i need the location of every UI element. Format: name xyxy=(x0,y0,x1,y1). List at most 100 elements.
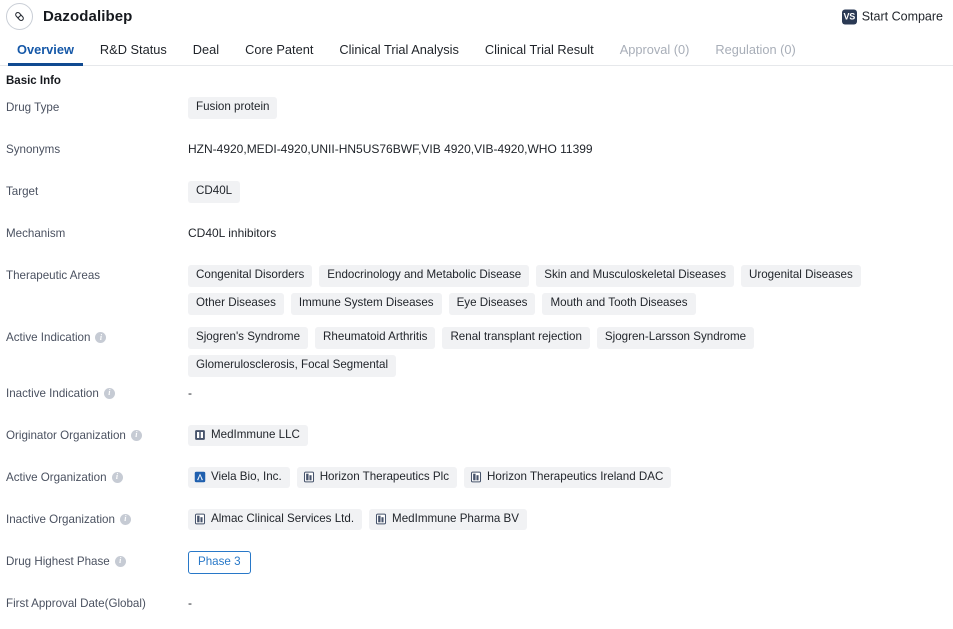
row-value: Sjogren's Syndrome Rheumatoid Arthritis … xyxy=(188,321,953,377)
tab-regulation: Regulation (0) xyxy=(715,42,796,58)
tab-deal[interactable]: Deal xyxy=(180,43,232,66)
info-icon[interactable]: i xyxy=(114,555,126,567)
tab-clinical-trial-result[interactable]: Clinical Trial Result xyxy=(472,43,607,66)
tag-therapeutic-area[interactable]: Eye Diseases xyxy=(448,292,536,315)
row-therapeutic-areas: Therapeutic Areas Congenital Disorders E… xyxy=(6,259,953,321)
row-value: Congenital Disorders Endocrinology and M… xyxy=(188,259,928,315)
tag-organization[interactable]: MedImmune LLC xyxy=(188,424,308,447)
label-text: Target xyxy=(6,185,39,198)
row-active-organization: Active Organization i Viela Bio, Inc. Ho… xyxy=(6,461,953,503)
tag-therapeutic-area[interactable]: Immune System Diseases xyxy=(290,292,442,315)
row-value: CD40L inhibitors xyxy=(188,226,277,240)
row-value: - xyxy=(188,595,192,610)
organization-name: MedImmune Pharma BV xyxy=(392,511,519,525)
row-label: First Approval Date(Global) xyxy=(6,587,188,611)
row-drug-type: Drug Type Fusion protein xyxy=(6,91,953,133)
organization-name: Almac Clinical Services Ltd. xyxy=(211,511,355,525)
tag-organization[interactable]: Almac Clinical Services Ltd. xyxy=(188,508,363,531)
label-text: Originator Organization xyxy=(6,428,126,442)
tag-active-indication[interactable]: Sjogren's Syndrome xyxy=(188,327,309,349)
row-value: Phase 3 xyxy=(188,545,953,575)
row-value: Viela Bio, Inc. Horizon Therapeutics Plc… xyxy=(188,461,953,489)
tag-organization[interactable]: Viela Bio, Inc. xyxy=(188,466,290,489)
building-icon xyxy=(376,513,387,525)
page-header: Dazodalibep VS Start Compare xyxy=(0,0,953,33)
tab-overview[interactable]: Overview xyxy=(4,43,87,66)
tag-active-indication[interactable]: Sjogren-Larsson Syndrome xyxy=(596,327,755,349)
building-icon xyxy=(194,513,206,525)
info-icon[interactable]: i xyxy=(111,471,123,483)
row-value: MedImmune LLC xyxy=(188,419,953,447)
tag-drug-type[interactable]: Fusion protein xyxy=(188,97,278,119)
tag-active-indication[interactable]: Rheumatoid Arthritis xyxy=(315,327,436,349)
row-first-approval-date: First Approval Date(Global) - xyxy=(6,587,953,629)
pill-capsule-icon xyxy=(6,3,33,30)
row-value: - xyxy=(188,385,192,400)
label-text: Drug Type xyxy=(6,101,60,114)
row-label: Active Organization i xyxy=(6,461,188,485)
building-icon xyxy=(470,471,482,483)
tag-organization[interactable]: MedImmune Pharma BV xyxy=(369,508,527,531)
status-badge-phase[interactable]: Phase 3 xyxy=(188,550,251,575)
row-label: Therapeutic Areas xyxy=(6,259,188,283)
overview-content: Basic Info Drug Type Fusion protein Syno… xyxy=(0,66,953,629)
row-value: Fusion protein xyxy=(188,91,953,119)
tag-therapeutic-area[interactable]: Skin and Musculoskeletal Diseases xyxy=(536,265,734,287)
organization-name: MedImmune LLC xyxy=(211,427,300,441)
row-label: Inactive Organization i xyxy=(6,503,188,527)
tab-core-patent[interactable]: Core Patent xyxy=(232,43,326,66)
tag-therapeutic-area[interactable]: Mouth and Tooth Diseases xyxy=(542,292,696,315)
row-label: Active Indication i xyxy=(6,321,188,345)
tag-therapeutic-area[interactable]: Urogenital Diseases xyxy=(741,265,861,287)
tab-rd-status[interactable]: R&D Status xyxy=(87,43,180,66)
building-icon xyxy=(303,471,314,483)
tag-target[interactable]: CD40L xyxy=(188,181,241,203)
company-logo-icon xyxy=(194,471,206,483)
row-label: Mechanism xyxy=(6,217,188,241)
row-label: Synonyms xyxy=(6,133,188,157)
tag-therapeutic-area[interactable]: Congenital Disorders xyxy=(188,265,313,287)
label-text: Inactive Organization xyxy=(6,512,115,526)
tab-approval: Approval (0) xyxy=(619,42,690,58)
tag-active-indication[interactable]: Glomerulosclerosis, Focal Segmental xyxy=(188,354,397,377)
row-label: Drug Type xyxy=(6,91,188,115)
tag-organization[interactable]: Horizon Therapeutics Ireland DAC xyxy=(464,466,672,489)
row-active-indication: Active Indication i Sjogren's Syndrome R… xyxy=(6,321,953,377)
info-icon[interactable]: i xyxy=(119,513,131,525)
row-target: Target CD40L xyxy=(6,175,953,217)
info-icon[interactable]: i xyxy=(130,429,142,441)
row-label: Inactive Indication i xyxy=(6,377,188,401)
tab-bar: Overview R&D Status Deal Core Patent Cli… xyxy=(0,33,953,66)
row-label: Drug Highest Phase i xyxy=(6,545,188,569)
label-text: Active Organization xyxy=(6,470,107,484)
tag-therapeutic-area[interactable]: Endocrinology and Metabolic Disease xyxy=(319,265,530,287)
tab-clinical-trial-analysis[interactable]: Clinical Trial Analysis xyxy=(326,43,471,66)
vs-icon: VS xyxy=(841,9,857,24)
tag-organization[interactable]: Horizon Therapeutics Plc xyxy=(296,466,457,489)
organization-name: Viela Bio, Inc. xyxy=(211,469,282,483)
start-compare-button[interactable]: VS Start Compare xyxy=(841,9,943,24)
row-synonyms: Synonyms HZN-4920,MEDI-4920,UNII-HN5US76… xyxy=(6,133,953,175)
tag-active-indication[interactable]: Renal transplant rejection xyxy=(442,327,590,349)
label-text: Inactive Indication xyxy=(6,386,99,400)
label-text: Active Indication xyxy=(6,331,91,344)
start-compare-label: Start Compare xyxy=(861,9,943,24)
tag-therapeutic-area[interactable]: Other Diseases xyxy=(188,292,284,315)
organization-name: Horizon Therapeutics Plc xyxy=(319,469,449,483)
page-title: Dazodalibep xyxy=(43,8,133,25)
info-icon[interactable]: i xyxy=(95,332,107,344)
organization-name: Horizon Therapeutics Ireland DAC xyxy=(487,469,664,483)
row-value: HZN-4920,MEDI-4920,UNII-HN5US76BWF,VIB 4… xyxy=(188,142,593,156)
info-icon[interactable]: i xyxy=(103,387,115,399)
label-text: Synonyms xyxy=(6,143,61,156)
row-mechanism: Mechanism CD40L inhibitors xyxy=(6,217,953,259)
row-value: CD40L xyxy=(188,175,953,203)
row-inactive-organization: Inactive Organization i Almac Clinical S… xyxy=(6,503,953,545)
label-text: Mechanism xyxy=(6,227,66,240)
row-originator-organization: Originator Organization i MedImmune LLC xyxy=(6,419,953,461)
row-value: Almac Clinical Services Ltd. MedImmune P… xyxy=(188,503,953,531)
row-label: Target xyxy=(6,175,188,199)
row-inactive-indication: Inactive Indication i - xyxy=(6,377,953,419)
row-label: Originator Organization i xyxy=(6,419,188,443)
building-icon xyxy=(195,430,205,440)
